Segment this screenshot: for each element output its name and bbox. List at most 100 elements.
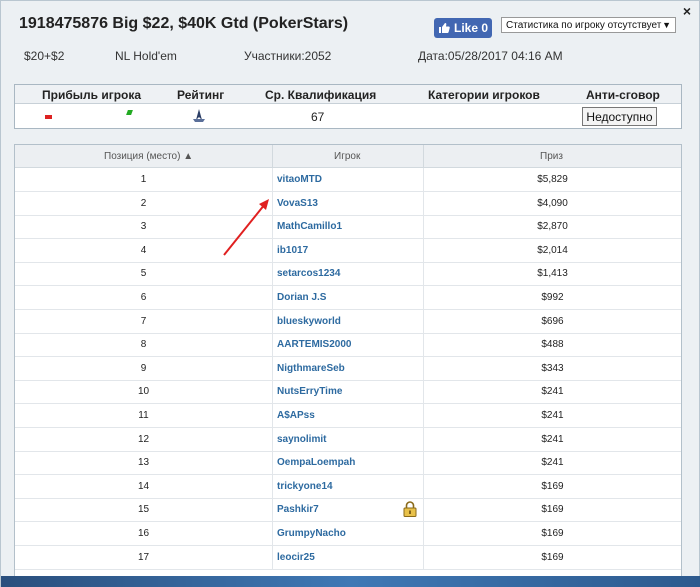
chevron-down-icon: ▼ [662, 20, 671, 30]
sort-up-icon: ▲ [183, 151, 194, 162]
table-row: 5 setarcos1234 $1,413 [15, 262, 681, 287]
player-link[interactable]: leocir25 [277, 552, 315, 563]
prize-cell: $169 [541, 551, 564, 563]
prize-cell: $696 [541, 315, 564, 327]
player-link[interactable]: NutsErryTime [277, 386, 342, 397]
player-link[interactable]: ib1017 [277, 245, 308, 256]
col-position-label: Позиция (место) [104, 151, 181, 162]
tournament-dialog: × 1918475876 Big $22, $40K Gtd (PokerSta… [0, 0, 700, 587]
player-stats-select[interactable]: Статистика по игроку отсутствует ▼ [501, 17, 676, 33]
buyin-text: $20+$2 [24, 49, 65, 63]
column-divider [272, 191, 273, 216]
player-link[interactable]: saynolimit [277, 434, 326, 445]
table-row: 3 MathCamillo1 $2,870 [15, 215, 681, 240]
column-divider [272, 286, 273, 310]
column-divider [272, 427, 273, 452]
table-row: 13 OempaLoempah $241 [15, 451, 681, 476]
position-cell: 9 [140, 362, 147, 374]
facebook-like-button[interactable]: Like 0 [434, 18, 492, 38]
like-label: Like 0 [453, 21, 489, 35]
table-row: 6 Dorian J.S $992 [15, 286, 681, 310]
column-divider [272, 474, 273, 499]
table-row: 15 Pashkir7 $169 [15, 498, 681, 523]
position-cell: 17 [137, 551, 150, 563]
column-divider [272, 145, 273, 168]
col-player-header[interactable]: Игрок [334, 151, 360, 162]
position-cell: 4 [140, 244, 147, 256]
prize-cell: $241 [541, 410, 564, 421]
player-link[interactable]: A$APss [277, 410, 315, 421]
position-cell: 6 [140, 292, 147, 303]
column-divider [272, 522, 273, 546]
table-row: 10 NutsErryTime $241 [15, 380, 681, 405]
close-icon[interactable]: × [679, 3, 695, 19]
prize-cell: $169 [541, 504, 564, 516]
player-link[interactable]: MathCamillo1 [277, 221, 342, 232]
player-link[interactable]: OempaLoempah [277, 457, 355, 468]
col-categories-header: Категории игроков [428, 88, 540, 102]
player-link[interactable]: VovaS13 [277, 198, 318, 209]
col-position-header[interactable]: Позиция (место) ▲ [104, 151, 193, 162]
profit-flag-green-icon [126, 110, 133, 115]
column-divider [272, 404, 273, 428]
table-row: 4 ib1017 $2,014 [15, 238, 681, 263]
player-link[interactable]: setarcos1234 [277, 268, 340, 279]
results-header-row: Позиция (место) ▲ Игрок Приз [15, 145, 681, 168]
position-cell: 16 [137, 528, 150, 539]
position-cell: 7 [140, 315, 147, 327]
col-avg-header: Ср. Квалификация [265, 88, 377, 102]
table-row: 16 GrumpyNacho $169 [15, 522, 681, 546]
summary-header-row: Прибыль игрока Рейтинг Ср. Квалификация … [15, 85, 681, 104]
position-cell: 1 [140, 174, 147, 185]
position-cell: 15 [137, 504, 150, 516]
table-row: 12 saynolimit $241 [15, 427, 681, 452]
prize-cell: $241 [541, 386, 564, 398]
column-divider [272, 498, 273, 523]
column-divider [272, 333, 273, 358]
tournament-title: 1918475876 Big $22, $40K Gtd (PokerStars… [19, 15, 349, 32]
position-cell: 3 [140, 221, 147, 233]
table-row: 9 NigthmareSeb $343 [15, 356, 681, 381]
table-row: 17 leocir25 $169 [15, 545, 681, 570]
prize-cell: $992 [541, 292, 564, 303]
player-link[interactable]: Dorian J.S [277, 292, 326, 303]
col-profit-header: Прибыль игрока [42, 88, 142, 102]
column-divider [423, 145, 424, 168]
prize-cell: $241 [541, 457, 564, 469]
column-divider [272, 356, 273, 381]
column-divider [272, 215, 273, 240]
table-row: 14 trickyone14 $169 [15, 474, 681, 499]
position-cell: 5 [140, 268, 147, 280]
table-row: 8 AARTEMIS2000 $488 [15, 333, 681, 358]
table-row: 2 VovaS13 $4,090 [15, 191, 681, 216]
column-divider [272, 309, 273, 334]
player-link[interactable]: vitaoMTD [277, 174, 322, 185]
position-cell: 11 [138, 410, 149, 421]
player-link[interactable]: blueskyworld [277, 316, 341, 327]
position-cell: 8 [140, 339, 147, 351]
prize-cell: $2,870 [537, 221, 568, 233]
player-link[interactable]: AARTEMIS2000 [277, 339, 351, 350]
player-link[interactable]: GrumpyNacho [277, 528, 346, 539]
game-type-text: NL Hold'em [115, 49, 177, 63]
column-divider [272, 380, 273, 405]
prize-cell: $1,413 [537, 268, 568, 280]
player-link[interactable]: trickyone14 [277, 481, 333, 492]
position-cell: 12 [137, 433, 150, 445]
player-link[interactable]: NigthmareSeb [277, 363, 345, 374]
column-divider [272, 262, 273, 287]
stats-select-value: Статистика по игроку отсутствует [506, 19, 662, 31]
anticollusion-button[interactable]: Недоступно [582, 107, 657, 126]
taskbar-strip [1, 576, 700, 587]
player-link[interactable]: Pashkir7 [277, 504, 319, 515]
lock-icon[interactable] [403, 501, 417, 518]
table-row: 11 A$APss $241 [15, 404, 681, 428]
rating-icon [193, 109, 205, 122]
prize-cell: $5,829 [537, 174, 568, 185]
prize-cell: $2,014 [537, 244, 568, 256]
column-divider [272, 545, 273, 570]
col-prize-header[interactable]: Приз [540, 151, 563, 162]
column-divider [272, 168, 273, 192]
column-divider [272, 451, 273, 476]
prize-cell: $169 [541, 528, 564, 539]
